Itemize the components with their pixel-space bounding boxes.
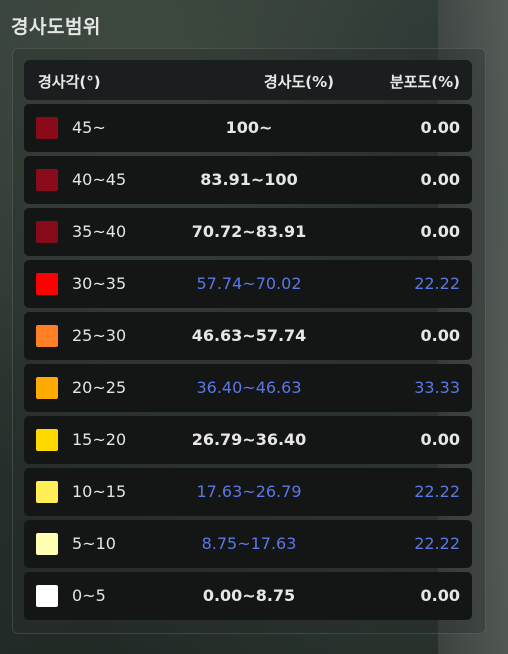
distribution-value: 0.00 — [420, 170, 460, 189]
slope-range: 26.79~36.40 — [191, 430, 307, 449]
distribution-value: 0.00 — [420, 118, 460, 137]
slope-range: 46.63~57.74 — [191, 326, 307, 345]
angle-range: 30~35 — [72, 274, 127, 293]
angle-range: 15~20 — [72, 430, 127, 449]
table-row: 35~40 70.72~83.91 0.00 — [24, 208, 472, 256]
distribution-value: 33.33 — [414, 378, 460, 397]
table-row: 30~35 57.74~70.02 22.22 — [24, 260, 472, 308]
color-swatch — [36, 377, 58, 399]
distribution-value: 0.00 — [420, 586, 460, 605]
slope-range: 57.74~70.02 — [196, 274, 302, 293]
angle-range: 5~10 — [72, 534, 116, 553]
table-row: 10~15 17.63~26.79 22.22 — [24, 468, 472, 516]
table-row: 20~25 36.40~46.63 33.33 — [24, 364, 472, 412]
table-row: 15~20 26.79~36.40 0.00 — [24, 416, 472, 464]
panel-title: 경사도범위 — [11, 16, 101, 38]
slope-range: 36.40~46.63 — [196, 378, 302, 397]
slope-table-body: 45~ 100~ 0.00 40~45 83.91~100 0.00 35~40 70.72~… — [24, 104, 472, 624]
color-swatch — [36, 169, 58, 191]
table-row: 25~30 46.63~57.74 0.00 — [24, 312, 472, 360]
color-swatch — [36, 221, 58, 243]
color-swatch — [36, 429, 58, 451]
angle-range: 0~5 — [72, 586, 106, 605]
distribution-value: 0.00 — [420, 326, 460, 345]
slope-range: 0.00~8.75 — [202, 586, 296, 605]
color-swatch — [36, 325, 58, 347]
table-row: 40~45 83.91~100 0.00 — [24, 156, 472, 204]
slope-range: 70.72~83.91 — [191, 222, 307, 241]
header-slope: 경사도(%) — [263, 73, 334, 91]
distribution-value: 22.22 — [414, 274, 460, 293]
header-angle: 경사각(°) — [38, 73, 101, 91]
angle-range: 45~ — [72, 118, 106, 137]
color-swatch — [36, 481, 58, 503]
slope-range: 17.63~26.79 — [196, 482, 302, 501]
slope-range-panel: 경사도범위 경사각(°) 경사도(%) 분포도(%) 45~ 100~ 0.00 40… — [0, 0, 508, 654]
distribution-value: 0.00 — [420, 222, 460, 241]
header-distribution: 분포도(%) — [389, 73, 460, 91]
color-swatch — [36, 585, 58, 607]
color-swatch — [36, 117, 58, 139]
angle-range: 25~30 — [72, 326, 127, 345]
angle-range: 35~40 — [72, 222, 127, 241]
slope-range: 83.91~100 — [200, 170, 298, 189]
angle-range: 10~15 — [72, 482, 127, 501]
slope-range: 100~ — [225, 118, 273, 137]
table-header: 경사각(°) 경사도(%) 분포도(%) — [24, 60, 472, 100]
angle-range: 20~25 — [72, 378, 127, 397]
distribution-value: 22.22 — [414, 482, 460, 501]
distribution-value: 0.00 — [420, 430, 460, 449]
table-row: 0~5 0.00~8.75 0.00 — [24, 572, 472, 620]
color-swatch — [36, 273, 58, 295]
slope-range: 8.75~17.63 — [201, 534, 297, 553]
distribution-value: 22.22 — [414, 534, 460, 553]
angle-range: 40~45 — [72, 170, 127, 189]
table-row: 5~10 8.75~17.63 22.22 — [24, 520, 472, 568]
table-row: 45~ 100~ 0.00 — [24, 104, 472, 152]
color-swatch — [36, 533, 58, 555]
